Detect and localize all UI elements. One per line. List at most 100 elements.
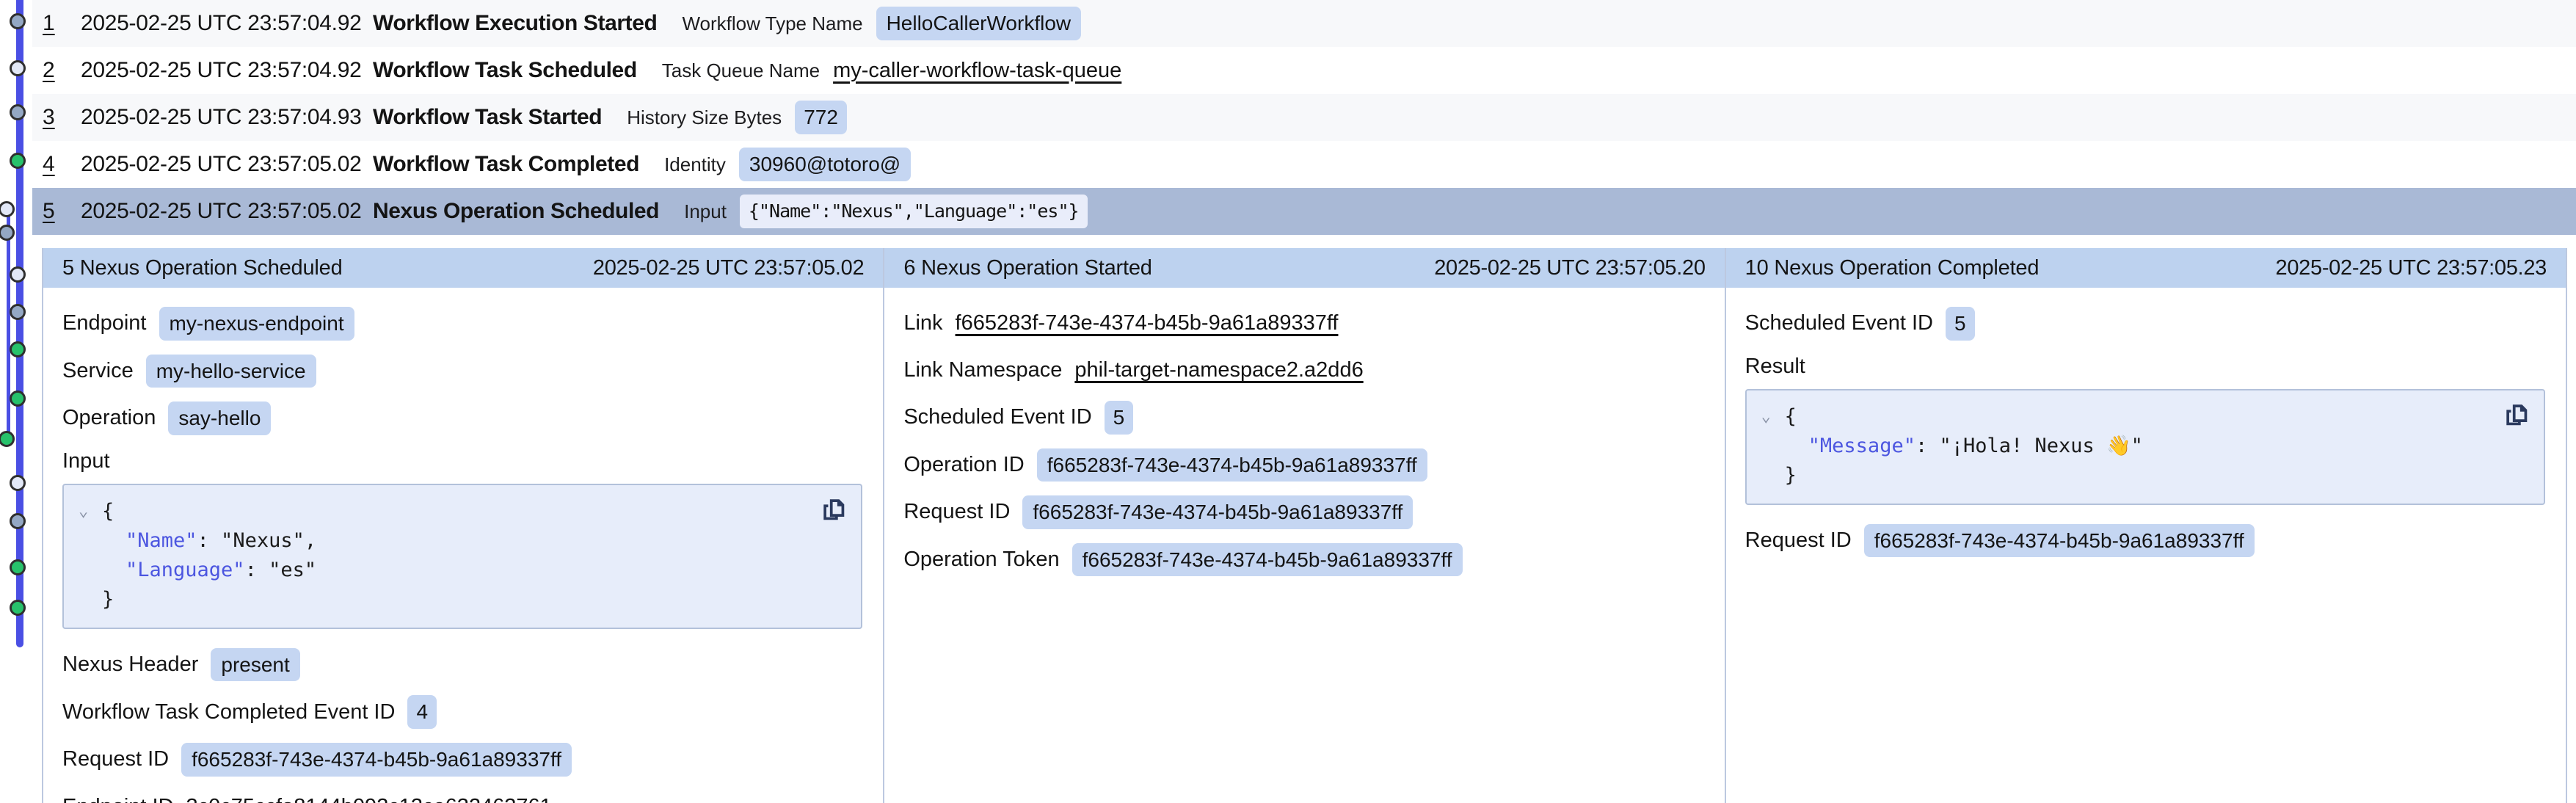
timeline-event-dot-scheduled[interactable] bbox=[10, 475, 26, 491]
field-label: Link bbox=[903, 311, 942, 335]
panel-header: 5 Nexus Operation Scheduled 2025-02-25 U… bbox=[43, 248, 883, 288]
field-operation-id: Operation ID f665283f-743e-4374-b45b-9a6… bbox=[903, 448, 1703, 482]
panel-nexus-operation-started: 6 Nexus Operation Started 2025-02-25 UTC… bbox=[883, 248, 1724, 803]
event-name: Workflow Task Started bbox=[373, 105, 602, 130]
timeline-event-dot-completed[interactable] bbox=[10, 559, 26, 575]
copy-icon[interactable] bbox=[2503, 401, 2532, 430]
timeline-rail-layer bbox=[0, 0, 42, 803]
field-value-badge: f665283f-743e-4374-b45b-9a61a89337ff bbox=[1037, 448, 1427, 482]
panel-title: 5 Nexus Operation Scheduled bbox=[62, 256, 343, 280]
json-line: "Language": "es" bbox=[79, 556, 846, 585]
event-row-2[interactable]: 2 2025-02-25 UTC 23:57:04.92 Workflow Ta… bbox=[32, 47, 2576, 94]
timeline-event-dot-started[interactable] bbox=[10, 13, 26, 29]
event-attr-label: Identity bbox=[664, 153, 726, 176]
field-wft-completed-event-id: Workflow Task Completed Event ID 4 bbox=[62, 695, 862, 729]
timeline-event-dot-completed[interactable] bbox=[0, 431, 15, 447]
field-value-badge: f665283f-743e-4374-b45b-9a61a89337ff bbox=[1864, 524, 2255, 558]
input-json-viewer: ⌄{ "Name": "Nexus", "Language": "es" } bbox=[62, 484, 862, 629]
field-request-id: Request ID f665283f-743e-4374-b45b-9a61a… bbox=[1745, 524, 2545, 558]
event-row-4[interactable]: 4 2025-02-25 UTC 23:57:05.02 Workflow Ta… bbox=[32, 141, 2576, 188]
timeline-event-dot-completed[interactable] bbox=[10, 600, 26, 616]
field-nexus-header: Nexus Header present bbox=[62, 648, 862, 682]
field-value-badge: 5 bbox=[1105, 401, 1134, 435]
collapse-chevron-icon[interactable]: ⌄ bbox=[1761, 402, 1779, 432]
event-id-link[interactable]: 1 bbox=[43, 11, 73, 36]
field-scheduled-event-id: Scheduled Event ID 5 bbox=[1745, 307, 2545, 341]
field-value-badge: say-hello bbox=[168, 402, 271, 435]
event-attr-value-badge: HelloCallerWorkflow bbox=[876, 7, 1082, 40]
event-timestamp: 2025-02-25 UTC 23:57:05.02 bbox=[81, 199, 373, 224]
timeline-event-dot-scheduled[interactable] bbox=[0, 201, 15, 217]
field-label: Endpoint bbox=[62, 311, 147, 335]
panel-timestamp: 2025-02-25 UTC 23:57:05.02 bbox=[593, 256, 864, 280]
event-name: Workflow Execution Started bbox=[373, 11, 657, 36]
field-label: Scheduled Event ID bbox=[1745, 311, 1933, 335]
timeline-event-dot-started[interactable] bbox=[10, 104, 26, 120]
field-link-namespace: Link Namespace phil-target-namespace2.a2… bbox=[903, 354, 1703, 387]
event-name: Workflow Task Completed bbox=[373, 152, 639, 177]
timeline-branch-rail bbox=[7, 211, 10, 443]
event-id-link[interactable]: 5 bbox=[43, 199, 73, 224]
panel-title: 10 Nexus Operation Completed bbox=[1745, 256, 2040, 280]
timeline-event-dot-completed[interactable] bbox=[10, 153, 26, 169]
result-json-viewer: ⌄{ "Message": "¡Hola! Nexus 👋" } bbox=[1745, 389, 2545, 505]
field-endpoint-id: Endpoint ID 3c0c75ccfa8144b092c13ce63246… bbox=[62, 791, 862, 803]
event-id-link[interactable]: 4 bbox=[43, 152, 73, 177]
timeline-event-dot-completed[interactable] bbox=[10, 341, 26, 357]
json-line: "Message": "¡Hola! Nexus 👋" bbox=[1761, 432, 2529, 461]
field-value-badge: my-nexus-endpoint bbox=[159, 307, 354, 341]
timeline-event-dot-started[interactable] bbox=[10, 513, 26, 529]
field-value-badge: 5 bbox=[1946, 307, 1975, 341]
result-section-label: Result bbox=[1745, 355, 2545, 379]
field-label: Operation ID bbox=[903, 453, 1024, 477]
field-service: Service my-hello-service bbox=[62, 355, 862, 388]
json-line: ⌄{ bbox=[79, 497, 846, 526]
field-label: Request ID bbox=[1745, 528, 1852, 553]
event-row-5-selected[interactable]: 5 2025-02-25 UTC 23:57:05.02 Nexus Opera… bbox=[32, 188, 2576, 235]
timeline-event-dot-scheduled[interactable] bbox=[10, 266, 26, 283]
event-timestamp: 2025-02-25 UTC 23:57:04.92 bbox=[81, 58, 373, 83]
event-id-link[interactable]: 3 bbox=[43, 105, 73, 130]
field-label: Scheduled Event ID bbox=[903, 405, 1091, 429]
field-value-badge: f665283f-743e-4374-b45b-9a61a89337ff bbox=[181, 743, 572, 777]
event-attr-label: Workflow Type Name bbox=[682, 12, 862, 35]
link-target-link[interactable]: f665283f-743e-4374-b45b-9a61a89337ff bbox=[956, 311, 1339, 335]
event-id-link[interactable]: 2 bbox=[43, 58, 73, 83]
panel-title: 6 Nexus Operation Started bbox=[903, 256, 1151, 280]
input-section-label: Input bbox=[62, 449, 862, 473]
field-label: Nexus Header bbox=[62, 653, 198, 677]
field-operation-token: Operation Token f665283f-743e-4374-b45b-… bbox=[903, 543, 1703, 577]
field-label: Workflow Task Completed Event ID bbox=[62, 700, 395, 724]
timeline-event-dot-started[interactable] bbox=[10, 304, 26, 320]
event-attr-value-badge: 30960@totoro@ bbox=[739, 148, 911, 181]
collapse-chevron-icon[interactable]: ⌄ bbox=[79, 497, 96, 526]
panel-body: Link f665283f-743e-4374-b45b-9a61a89337f… bbox=[884, 288, 1724, 576]
task-queue-link[interactable]: my-caller-workflow-task-queue bbox=[833, 59, 1121, 83]
event-history-table: 1 2025-02-25 UTC 23:57:04.92 Workflow Ex… bbox=[0, 0, 2576, 235]
field-value-badge: f665283f-743e-4374-b45b-9a61a89337ff bbox=[1072, 543, 1463, 577]
event-attr-label: History Size Bytes bbox=[627, 106, 782, 129]
timeline-main-rail bbox=[16, 0, 23, 647]
timeline-event-dot-scheduled[interactable] bbox=[10, 60, 26, 76]
link-namespace-link[interactable]: phil-target-namespace2.a2dd6 bbox=[1074, 358, 1363, 382]
field-value-badge: present bbox=[211, 648, 299, 682]
field-link: Link f665283f-743e-4374-b45b-9a61a89337f… bbox=[903, 307, 1703, 340]
event-attr-label: Input bbox=[684, 200, 727, 223]
timeline-event-dot-completed[interactable] bbox=[10, 390, 26, 407]
field-request-id: Request ID f665283f-743e-4374-b45b-9a61a… bbox=[62, 743, 862, 777]
event-timestamp: 2025-02-25 UTC 23:57:04.93 bbox=[81, 105, 373, 130]
field-endpoint: Endpoint my-nexus-endpoint bbox=[62, 307, 862, 341]
field-label: Link Namespace bbox=[903, 358, 1062, 382]
field-label: Request ID bbox=[62, 747, 169, 771]
field-label: Request ID bbox=[903, 500, 1010, 524]
event-row-1[interactable]: 1 2025-02-25 UTC 23:57:04.92 Workflow Ex… bbox=[32, 0, 2576, 47]
endpoint-id-link[interactable]: 3c0c75ccfa8144b092c13ce632463761 bbox=[186, 795, 552, 803]
copy-icon[interactable] bbox=[820, 495, 849, 525]
event-input-json-badge: {"Name":"Nexus","Language":"es"} bbox=[740, 195, 1088, 228]
field-value-badge: 4 bbox=[407, 695, 437, 729]
panel-body: Scheduled Event ID 5 Result ⌄{ "Message"… bbox=[1726, 288, 2566, 557]
json-line: ⌄{ bbox=[1761, 402, 2529, 432]
event-row-3[interactable]: 3 2025-02-25 UTC 23:57:04.93 Workflow Ta… bbox=[32, 94, 2576, 141]
timeline-event-dot-started[interactable] bbox=[0, 225, 15, 241]
panel-body: Endpoint my-nexus-endpoint Service my-he… bbox=[43, 288, 883, 803]
